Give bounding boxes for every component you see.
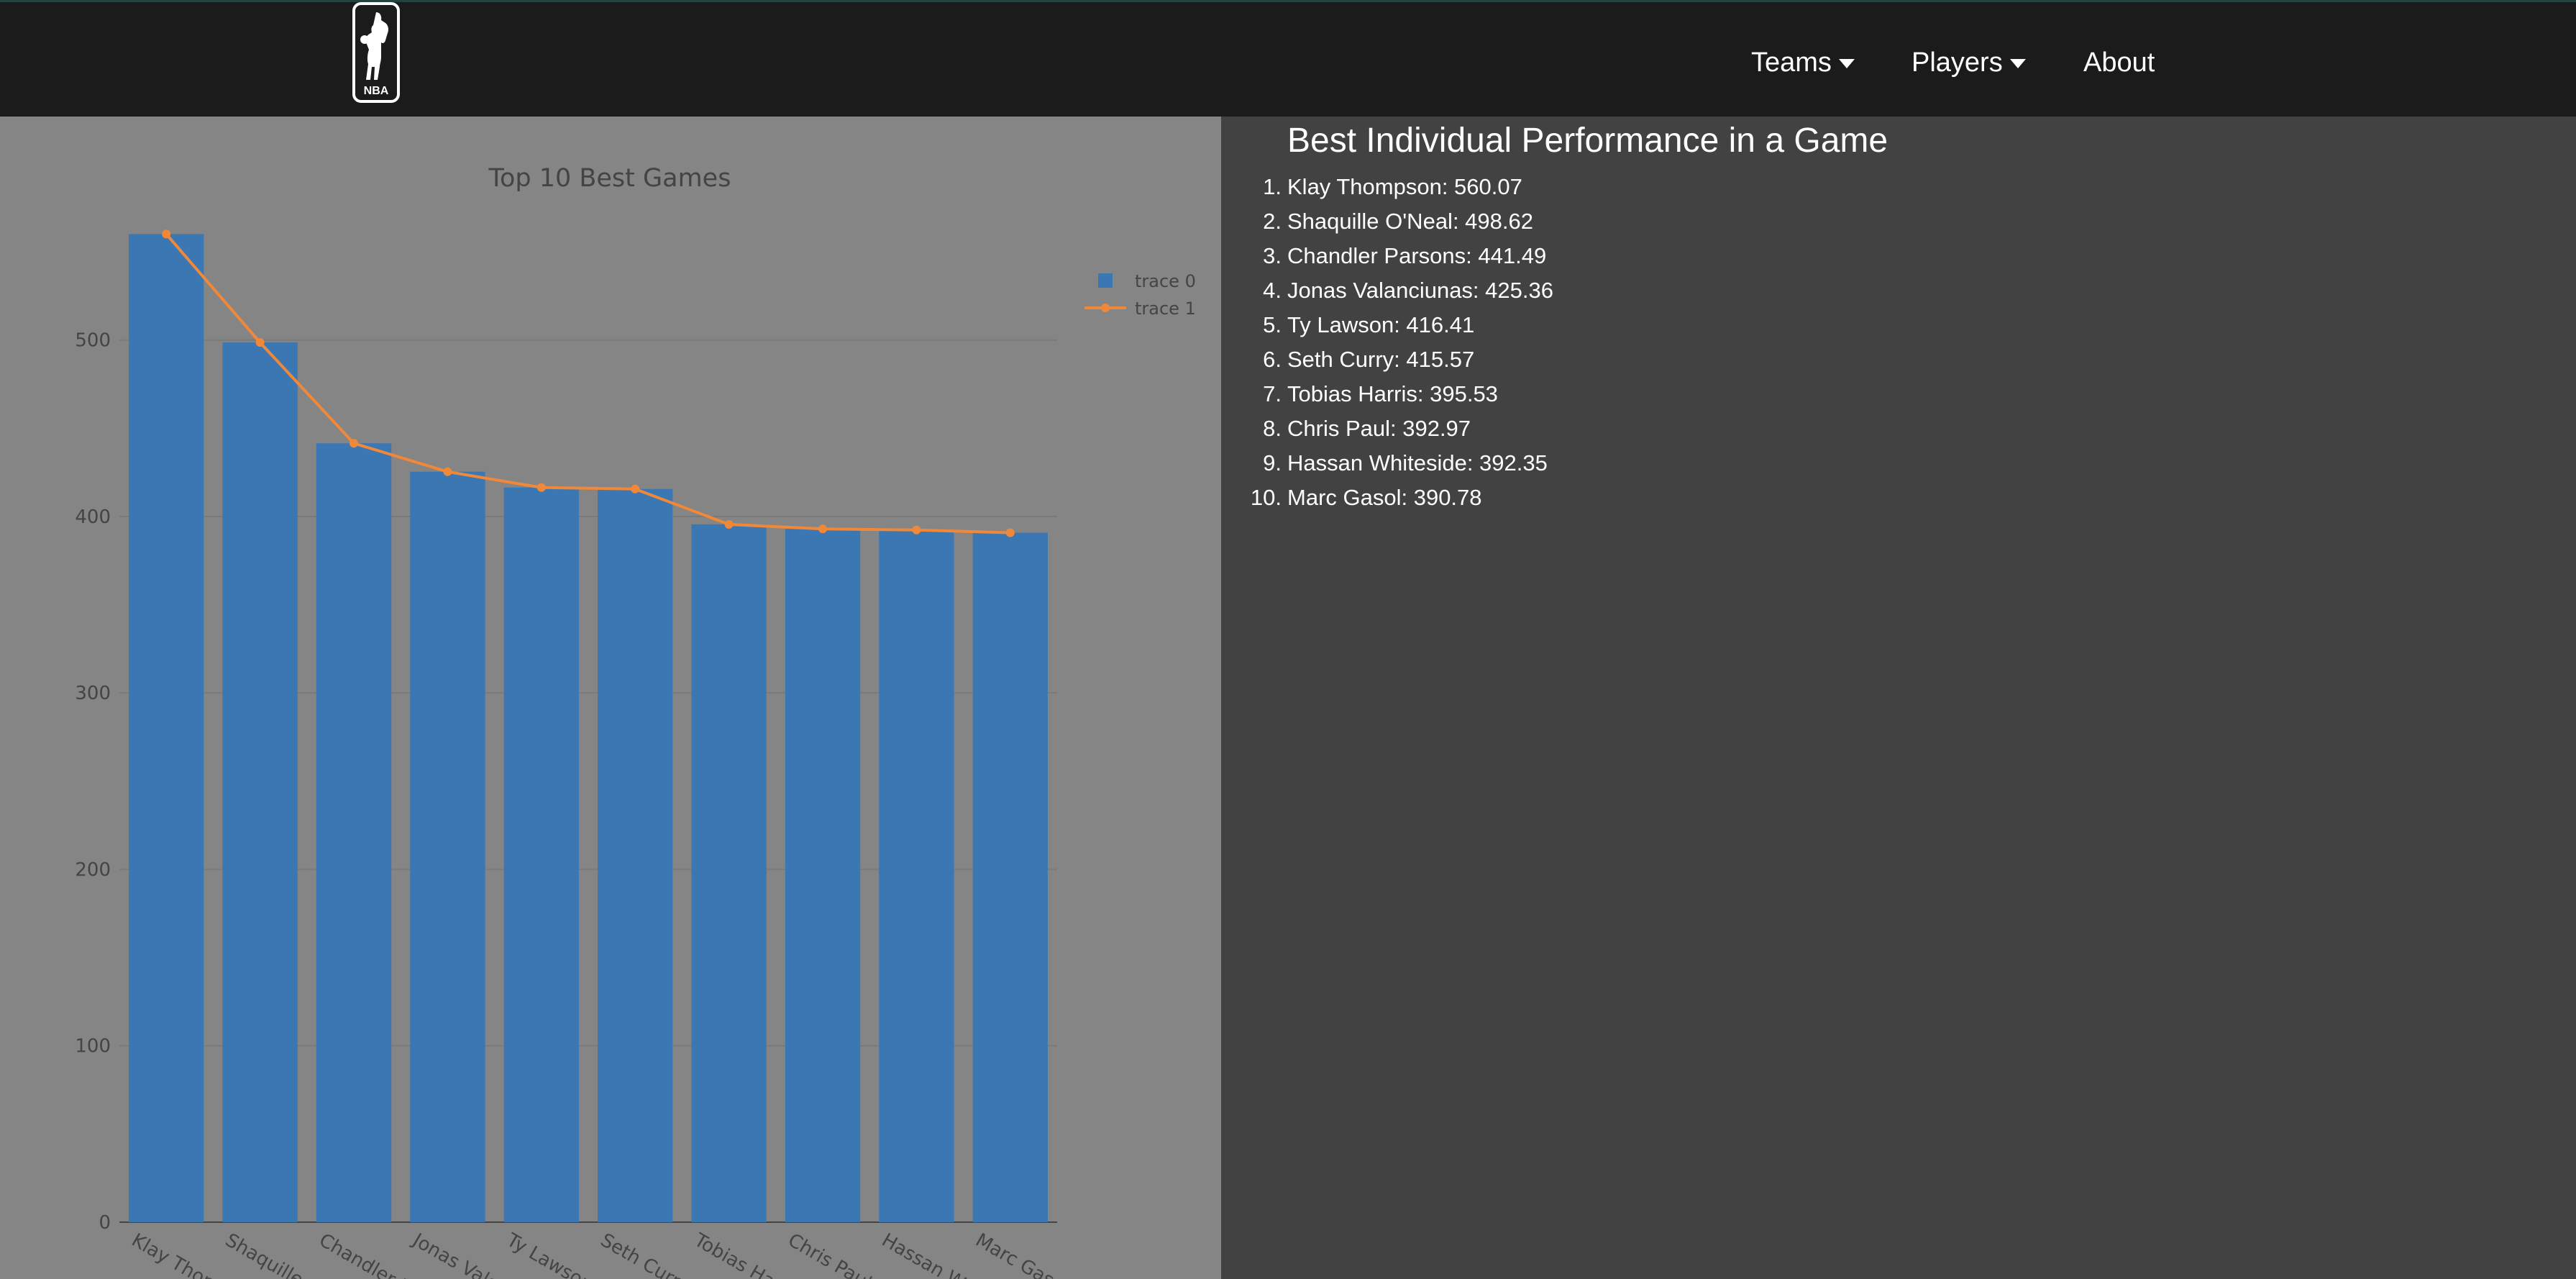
list-item: 9. Hassan Whiteside: 392.35: [1263, 446, 1553, 481]
x-tick-label: Jonas Vala: [408, 1229, 503, 1279]
list-rank: 5.: [1263, 312, 1282, 337]
legend-swatch-trace-0: [1098, 273, 1113, 288]
y-tick-label: 200: [75, 859, 111, 880]
list-text: Klay Thompson: 560.07: [1287, 174, 1522, 199]
line-marker: [162, 229, 171, 239]
list-text: Ty Lawson: 416.41: [1287, 312, 1475, 337]
bar: [972, 532, 1048, 1222]
legend-label-trace-0: trace 0: [1135, 271, 1196, 291]
y-tick-label: 100: [75, 1036, 111, 1057]
navbar: NBA Teams Players About: [0, 0, 2576, 117]
x-tick-label: Seth Curr: [597, 1229, 685, 1279]
y-tick-label: 500: [75, 330, 111, 352]
nav-about-link[interactable]: About: [2083, 42, 2155, 83]
list-item: 5. Ty Lawson: 416.41: [1263, 308, 1553, 342]
chart-legend[interactable]: trace 0 trace 1: [1084, 271, 1196, 319]
line-marker: [631, 484, 640, 493]
logo-text: NBA: [364, 85, 389, 97]
bar: [879, 529, 954, 1222]
line-marker: [536, 483, 546, 492]
x-tick-label: Chandler P: [316, 1229, 414, 1279]
bar: [785, 529, 861, 1222]
chart-title: Top 10 Best Games: [488, 164, 731, 193]
x-tick-label: Shaquille O: [221, 1229, 324, 1279]
y-tick-label: 400: [75, 506, 111, 528]
list-rank: 4.: [1263, 278, 1282, 303]
list-text: Tobias Harris: 395.53: [1287, 381, 1498, 406]
legend-marker-trace-1: [1101, 304, 1110, 312]
list-rank: 6.: [1263, 347, 1282, 372]
list-text: Jonas Valanciunas: 425.36: [1287, 278, 1553, 303]
nav-players-label: Players: [1912, 47, 2003, 78]
x-tick-label: Hassan Wh: [878, 1229, 979, 1279]
nav-players-dropdown[interactable]: Players: [1912, 42, 2026, 83]
list-item: 1. Klay Thompson: 560.07: [1263, 170, 1553, 204]
list-rank: 2.: [1263, 209, 1282, 234]
caret-down-icon: [2009, 58, 2026, 68]
list-rank: 10.: [1250, 485, 1282, 510]
list-item: 7. Tobias Harris: 395.53: [1263, 377, 1553, 411]
list-rank: 9.: [1263, 450, 1282, 475]
x-tick-label: Klay Thom: [128, 1229, 224, 1279]
list-text: Chandler Parsons: 441.49: [1287, 243, 1547, 268]
bar-series: [129, 234, 1048, 1223]
list-text: Shaquille O'Neal: 498.62: [1287, 209, 1533, 234]
list-rank: 1.: [1263, 174, 1282, 199]
list-item: 6. Seth Curry: 415.57: [1263, 342, 1553, 377]
legend-label-trace-1: trace 1: [1135, 299, 1196, 319]
list-rank: 7.: [1263, 381, 1282, 406]
line-marker: [818, 524, 827, 534]
x-tick-label: Ty Lawson: [502, 1229, 596, 1279]
bar: [691, 524, 767, 1222]
list-item: 3. Chandler Parsons: 441.49: [1263, 239, 1553, 273]
x-tick-label: Marc Gaso: [972, 1229, 1067, 1279]
nav-teams-label: Teams: [1751, 47, 1832, 78]
list-text: Marc Gasol: 390.78: [1287, 485, 1482, 510]
x-tick-label: Tobias Ha: [690, 1229, 779, 1279]
x-tick-label: Chris Paul: [785, 1229, 875, 1279]
list-text: Chris Paul: 392.97: [1287, 416, 1471, 441]
nba-logo[interactable]: NBA: [352, 2, 401, 104]
bar: [598, 488, 673, 1222]
list-item: 8. Chris Paul: 392.97: [1263, 411, 1553, 446]
line-marker: [912, 525, 921, 534]
line-marker: [724, 519, 734, 529]
caret-down-icon: [1838, 58, 1855, 68]
bar: [503, 487, 579, 1222]
list-title: Best Individual Performance in a Game: [1287, 122, 1888, 160]
list-rank: 3.: [1263, 243, 1282, 268]
line-marker: [350, 439, 358, 448]
list-text: Hassan Whiteside: 392.35: [1287, 450, 1548, 475]
nav-teams-dropdown[interactable]: Teams: [1751, 42, 1855, 83]
bar: [410, 471, 485, 1222]
line-marker: [443, 467, 452, 476]
y-axis-ticks: 0 100 200 300 400 500: [75, 330, 111, 1234]
performance-list: 1. Klay Thompson: 560.07 2. Shaquille O'Ne…: [1251, 170, 1553, 515]
list-item: 10. Marc Gasol: 390.78: [1251, 481, 1553, 515]
list-item: 2. Shaquille O'Neal: 498.62: [1263, 204, 1553, 239]
list-item: 4. Jonas Valanciunas: 425.36: [1263, 273, 1553, 308]
nav-about-label: About: [2083, 47, 2155, 78]
y-tick-label: 300: [75, 683, 111, 704]
bar: [222, 342, 298, 1223]
bar: [129, 234, 204, 1223]
bar-chart: Top 10 Best Games 0 100 200 300 400 500 Klay …: [75, 164, 1196, 1279]
line-marker: [1005, 528, 1015, 537]
list-text: Seth Curry: 415.57: [1287, 347, 1475, 372]
list-rank: 8.: [1263, 416, 1282, 441]
y-tick-label: 0: [99, 1212, 111, 1234]
x-axis-ticks: Klay ThomShaquille OChandler PJonas Vala…: [128, 1229, 1068, 1279]
bar: [316, 443, 392, 1222]
line-marker: [255, 338, 265, 347]
